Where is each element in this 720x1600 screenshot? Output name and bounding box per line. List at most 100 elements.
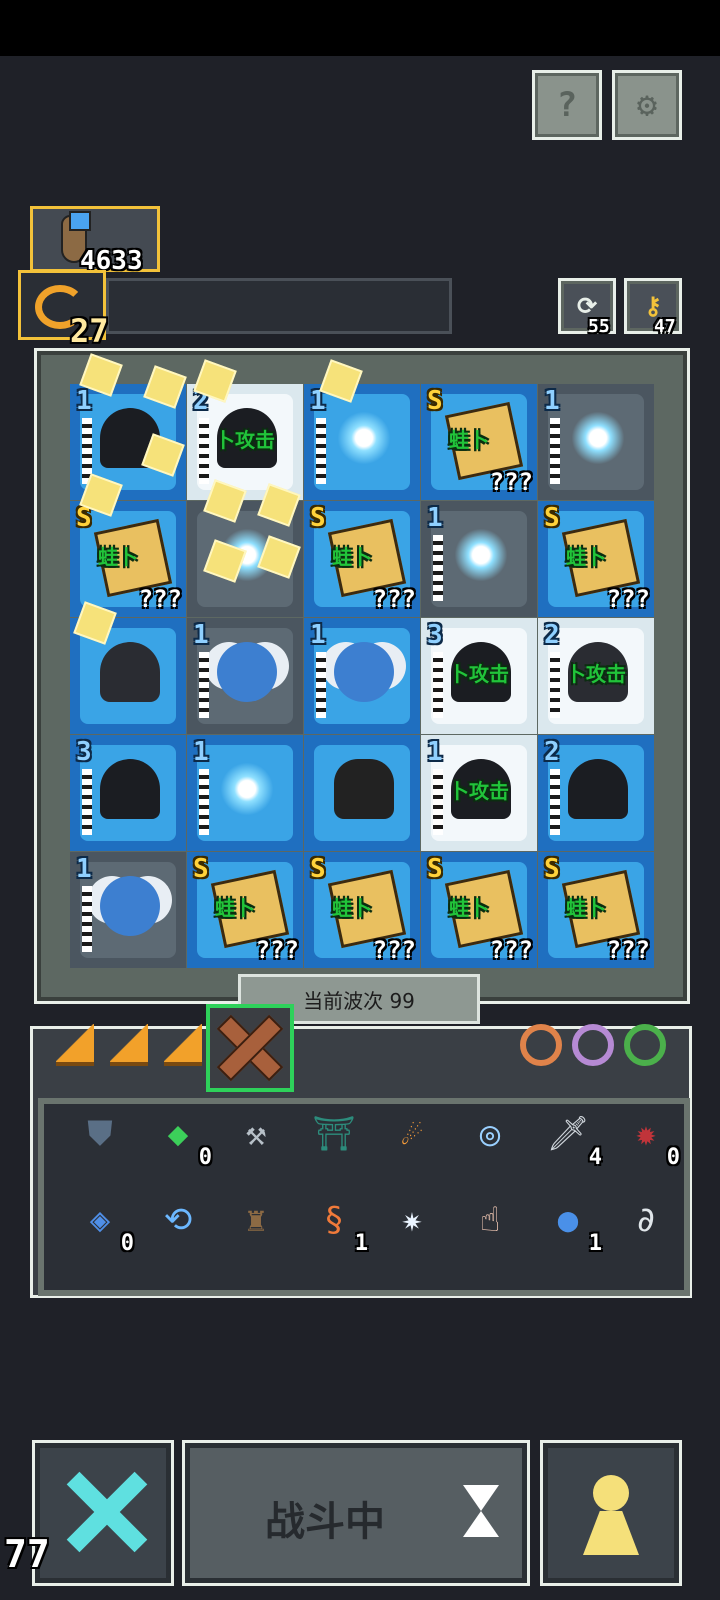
refresh-count: 55 [588, 316, 610, 337]
board-tile[interactable]: 1 [304, 618, 420, 734]
inventory-row: ◈ 0 ⟲ ♜ § 1 ✷ ☝ ● 1 ∂ [72, 1192, 674, 1256]
orange-ring-icon[interactable] [520, 1024, 562, 1066]
board-tile[interactable]: 3 [70, 735, 186, 851]
key-count: 47 [654, 316, 676, 337]
level-ladder [316, 652, 326, 718]
rarity-tab-icon[interactable] [110, 1024, 148, 1066]
tile-unknown-value: ??? [255, 936, 299, 964]
claw-icon: ✹ [635, 1114, 657, 1154]
tile-level: 3 [76, 737, 92, 767]
inventory-row: ⛊ ◆ 0 ⚒ ⛩ ☄ ◎ 🗡 4 ✹ 0 [72, 1106, 680, 1170]
rarity-tab-icon[interactable] [56, 1024, 94, 1066]
tile-level: S [193, 854, 209, 884]
board-tile[interactable]: S 蛙卜??? [421, 852, 537, 968]
board-tile[interactable]: S 蛙卜??? [304, 501, 420, 617]
tile-level: S [544, 854, 560, 884]
tile-tag: 卜攻击 [449, 662, 509, 686]
inventory-item[interactable]: ⚒ [228, 1106, 284, 1162]
board-tile[interactable]: S 蛙卜??? [538, 852, 654, 968]
wave-label: 当前波次 99 [303, 988, 415, 1013]
tile-level: 2 [544, 620, 560, 650]
tile-level: 1 [427, 503, 443, 533]
angel-icon [217, 642, 277, 702]
potion-bottle-icon [69, 211, 91, 231]
tile-level: 1 [193, 737, 209, 767]
level-ladder [433, 652, 443, 718]
tile-level: S [310, 854, 326, 884]
board-tile[interactable]: S 蛙卜??? [70, 501, 186, 617]
tile-level: S [310, 503, 326, 533]
tile-level: 1 [544, 386, 560, 416]
pointing-hand-icon: ☝ [479, 1200, 501, 1240]
tile-unknown-value: ??? [372, 585, 416, 613]
inventory-item[interactable]: ✷ [384, 1192, 440, 1248]
item-count: 0 [666, 1145, 680, 1170]
gear-icon: ⚙ [636, 85, 658, 125]
board-tile[interactable] [304, 735, 420, 851]
help-button[interactable]: ? [532, 70, 602, 140]
tile-tag: 卜攻击 [566, 662, 626, 686]
inventory-item[interactable]: ✹ 0 [618, 1106, 680, 1170]
tile-tag: 蛙卜 [566, 896, 606, 920]
inventory-item[interactable]: ∂ [618, 1192, 674, 1248]
inventory-item[interactable]: ☄ [384, 1106, 440, 1162]
purple-ring-icon[interactable] [572, 1024, 614, 1066]
angel-icon [334, 642, 394, 702]
board-tile[interactable]: 3 卜攻击 [421, 618, 537, 734]
item-count: 1 [354, 1231, 368, 1256]
board-tile[interactable]: 1 [70, 852, 186, 968]
inventory-item[interactable]: ☝ [462, 1192, 518, 1248]
board-tile[interactable]: S 蛙卜??? [187, 852, 303, 968]
settings-button[interactable]: ⚙ [612, 70, 682, 140]
inventory-item[interactable]: ◆ 0 [150, 1106, 212, 1170]
profile-button[interactable] [540, 1440, 682, 1586]
craft-slot[interactable] [206, 1004, 294, 1092]
level-ladder [316, 418, 326, 484]
board-tile[interactable]: 1 [187, 735, 303, 851]
board-tile[interactable]: S 蛙卜??? [538, 501, 654, 617]
inventory-item[interactable]: ⟲ [150, 1192, 206, 1248]
star-burst-icon [451, 525, 511, 585]
inventory-item[interactable]: ● 1 [540, 1192, 602, 1256]
cycle-icon: ⟲ [163, 1200, 193, 1240]
board-tile[interactable]: 1 [187, 618, 303, 734]
sword-icon: 🗡 [546, 1114, 590, 1154]
rarity-tab-icon[interactable] [164, 1024, 202, 1066]
tile-unknown-value: ??? [372, 936, 416, 964]
board-tile[interactable]: 1 卜攻击 [421, 735, 537, 851]
green-ring-icon[interactable] [624, 1024, 666, 1066]
board-tile[interactable]: 2 [538, 735, 654, 851]
board-tile[interactable]: S 蛙卜??? [421, 384, 537, 500]
inventory-item[interactable]: 🗡 4 [540, 1106, 602, 1170]
shield-icon: ⛊ [87, 1114, 113, 1154]
star-burst-icon [568, 408, 628, 468]
level-ladder [433, 769, 443, 835]
inventory-item[interactable]: ⛩ [306, 1106, 362, 1162]
tile-unknown-value: ??? [489, 468, 533, 496]
tile-level: S [427, 854, 443, 884]
tile-tag: 卜攻击 [215, 428, 275, 452]
board-tile[interactable]: 2 卜攻击 [538, 618, 654, 734]
board-tile[interactable]: 2 卜攻击 [187, 384, 303, 500]
inventory-item[interactable]: ◎ [462, 1106, 518, 1162]
inventory-item[interactable]: ♜ [228, 1192, 284, 1248]
inventory-item[interactable]: ⛊ [72, 1106, 128, 1162]
board-tile[interactable]: 1 [421, 501, 537, 617]
speed-button[interactable] [32, 1440, 174, 1586]
battle-status-label: 战斗中 [265, 1499, 385, 1545]
battle-status-button[interactable]: 战斗中 [182, 1440, 530, 1586]
board-tile[interactable]: 1 [304, 384, 420, 500]
crystal-ball-icon: ● [557, 1200, 579, 1240]
tile-tag: 蛙卜 [332, 896, 372, 920]
level-ladder [82, 769, 92, 835]
board-tile[interactable]: S 蛙卜??? [304, 852, 420, 968]
inventory-item[interactable]: § 1 [306, 1192, 368, 1256]
rings-group [520, 1024, 666, 1066]
board-tile[interactable]: 1 [538, 384, 654, 500]
item-count: 0 [198, 1145, 212, 1170]
level-ladder [550, 652, 560, 718]
inventory-item[interactable]: ◈ 0 [72, 1192, 134, 1256]
gate-icon: ⛩ [312, 1114, 356, 1154]
potion-bag-icon: ♜ [245, 1200, 267, 1240]
item-count: 1 [588, 1231, 602, 1256]
